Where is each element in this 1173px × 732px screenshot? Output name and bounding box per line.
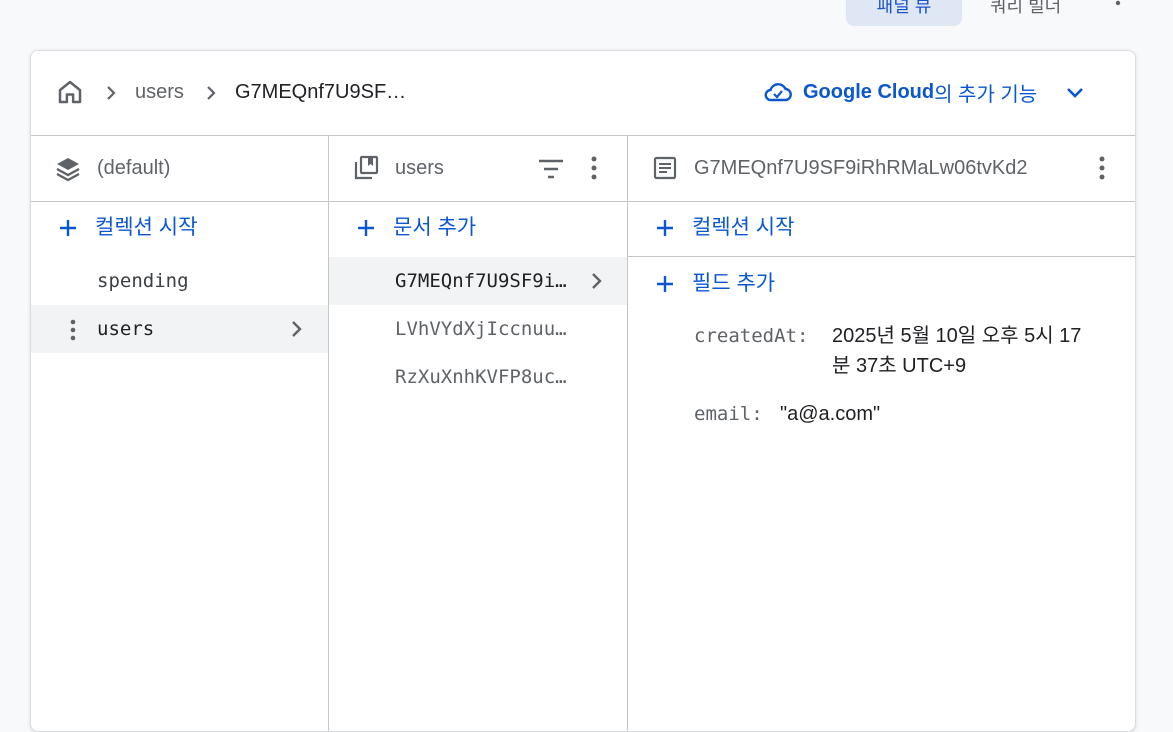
panel-collection: users 문서 추가 G7MEQnf7U9SF9i… LVhVYdXjIccn… xyxy=(329,135,628,731)
field-row-createdAt[interactable]: createdAt: 2025년 5월 10일 오후 5시 17 분 37초 U… xyxy=(694,321,1115,385)
add-field-label: 필드 추가 xyxy=(692,272,776,295)
more-vert-icon[interactable] xyxy=(1090,154,1114,182)
collection-item-label: spending xyxy=(97,270,189,292)
field-key: createdAt: xyxy=(694,325,809,347)
add-document-label: 문서 추가 xyxy=(393,216,477,239)
tab-panel-view[interactable]: 패널 뷰 xyxy=(846,0,962,26)
chevron-right-icon xyxy=(207,86,216,100)
panel-root: (default) 컬렉션 시작 spending users xyxy=(31,135,329,731)
tab-query-builder[interactable]: 쿼리 빌더 xyxy=(990,0,1061,26)
filter-icon[interactable] xyxy=(537,157,565,181)
google-cloud-extras-label: 의 추가 기능 xyxy=(934,83,1038,106)
start-subcollection-button[interactable]: 컬렉션 시작 xyxy=(628,201,1135,255)
document-item-label: LVhVYdXjIccnuu… xyxy=(395,318,567,340)
document-item-label: RzXuXnhKVFP8uc… xyxy=(395,366,567,388)
chevron-right-icon xyxy=(592,273,602,289)
cloud-icon xyxy=(764,83,792,102)
breadcrumb-document[interactable]: G7MEQnf7U9SF… xyxy=(235,79,406,105)
plus-icon xyxy=(358,220,374,236)
google-cloud-extras-button[interactable]: Google Cloud 의 추가 기능 xyxy=(763,77,1087,107)
start-collection-button[interactable]: 컬렉션 시작 xyxy=(31,201,328,255)
google-cloud-brand: Google Cloud xyxy=(803,80,935,103)
panel-collection-title: users xyxy=(395,157,444,179)
field-key: email: xyxy=(694,403,763,425)
panel-collection-header: users xyxy=(329,135,627,202)
document-item[interactable]: RzXuXnhKVFP8uc… xyxy=(329,353,627,401)
panel-document-title: G7MEQnf7U9SF9iRhRMaLw06tvKd2 xyxy=(694,157,1028,179)
panel-document: G7MEQnf7U9SF9iRhRMaLw06tvKd2 컬렉션 시작 필드 추… xyxy=(628,135,1135,731)
field-value: 분 37초 UTC+9 xyxy=(832,355,967,377)
start-collection-label: 컬렉션 시작 xyxy=(95,216,198,239)
collection-icon xyxy=(354,155,379,180)
document-item[interactable]: LVhVYdXjIccnuu… xyxy=(329,305,627,353)
panel-root-header: (default) xyxy=(31,135,328,202)
more-vert-icon[interactable] xyxy=(1108,0,1128,12)
tab-panel-view-label: 패널 뷰 xyxy=(876,0,932,16)
field-value: "a@a.com" xyxy=(780,403,881,425)
chevron-down-icon[interactable] xyxy=(1063,80,1087,104)
start-subcollection-label: 컬렉션 시작 xyxy=(692,216,795,239)
collection-item-spending[interactable]: spending xyxy=(31,257,328,305)
plus-icon xyxy=(657,276,673,292)
chevron-right-icon xyxy=(292,321,302,337)
more-vert-icon[interactable] xyxy=(61,317,85,343)
firestore-data-card: users G7MEQnf7U9SF… Google Cloud 의 추가 기능 … xyxy=(30,50,1136,732)
breadcrumb: users G7MEQnf7U9SF… Google Cloud 의 추가 기능 xyxy=(31,51,1135,136)
document-icon xyxy=(653,156,677,180)
tab-query-builder-label: 쿼리 빌더 xyxy=(990,0,1062,16)
collection-item-users[interactable]: users xyxy=(31,305,328,353)
plus-icon xyxy=(657,220,673,236)
database-stack-icon xyxy=(56,158,80,181)
add-document-button[interactable]: 문서 추가 xyxy=(329,201,627,255)
plus-icon xyxy=(60,220,76,236)
panel-document-header: G7MEQnf7U9SF9iRhRMaLw06tvKd2 xyxy=(628,135,1135,202)
home-icon[interactable] xyxy=(55,77,85,107)
field-row-email[interactable]: email: "a@a.com" xyxy=(694,399,1115,433)
document-item-label: G7MEQnf7U9SF9i… xyxy=(395,270,567,292)
document-item[interactable]: G7MEQnf7U9SF9i… xyxy=(329,257,627,305)
field-value: 2025년 5월 10일 오후 5시 17 xyxy=(832,325,1082,347)
collection-item-label: users xyxy=(97,318,155,340)
chevron-right-icon xyxy=(107,86,116,100)
panel-root-title: (default) xyxy=(97,157,171,179)
breadcrumb-collection[interactable]: users xyxy=(135,79,184,105)
add-field-button[interactable]: 필드 추가 xyxy=(628,257,1135,311)
more-vert-icon[interactable] xyxy=(582,154,606,182)
